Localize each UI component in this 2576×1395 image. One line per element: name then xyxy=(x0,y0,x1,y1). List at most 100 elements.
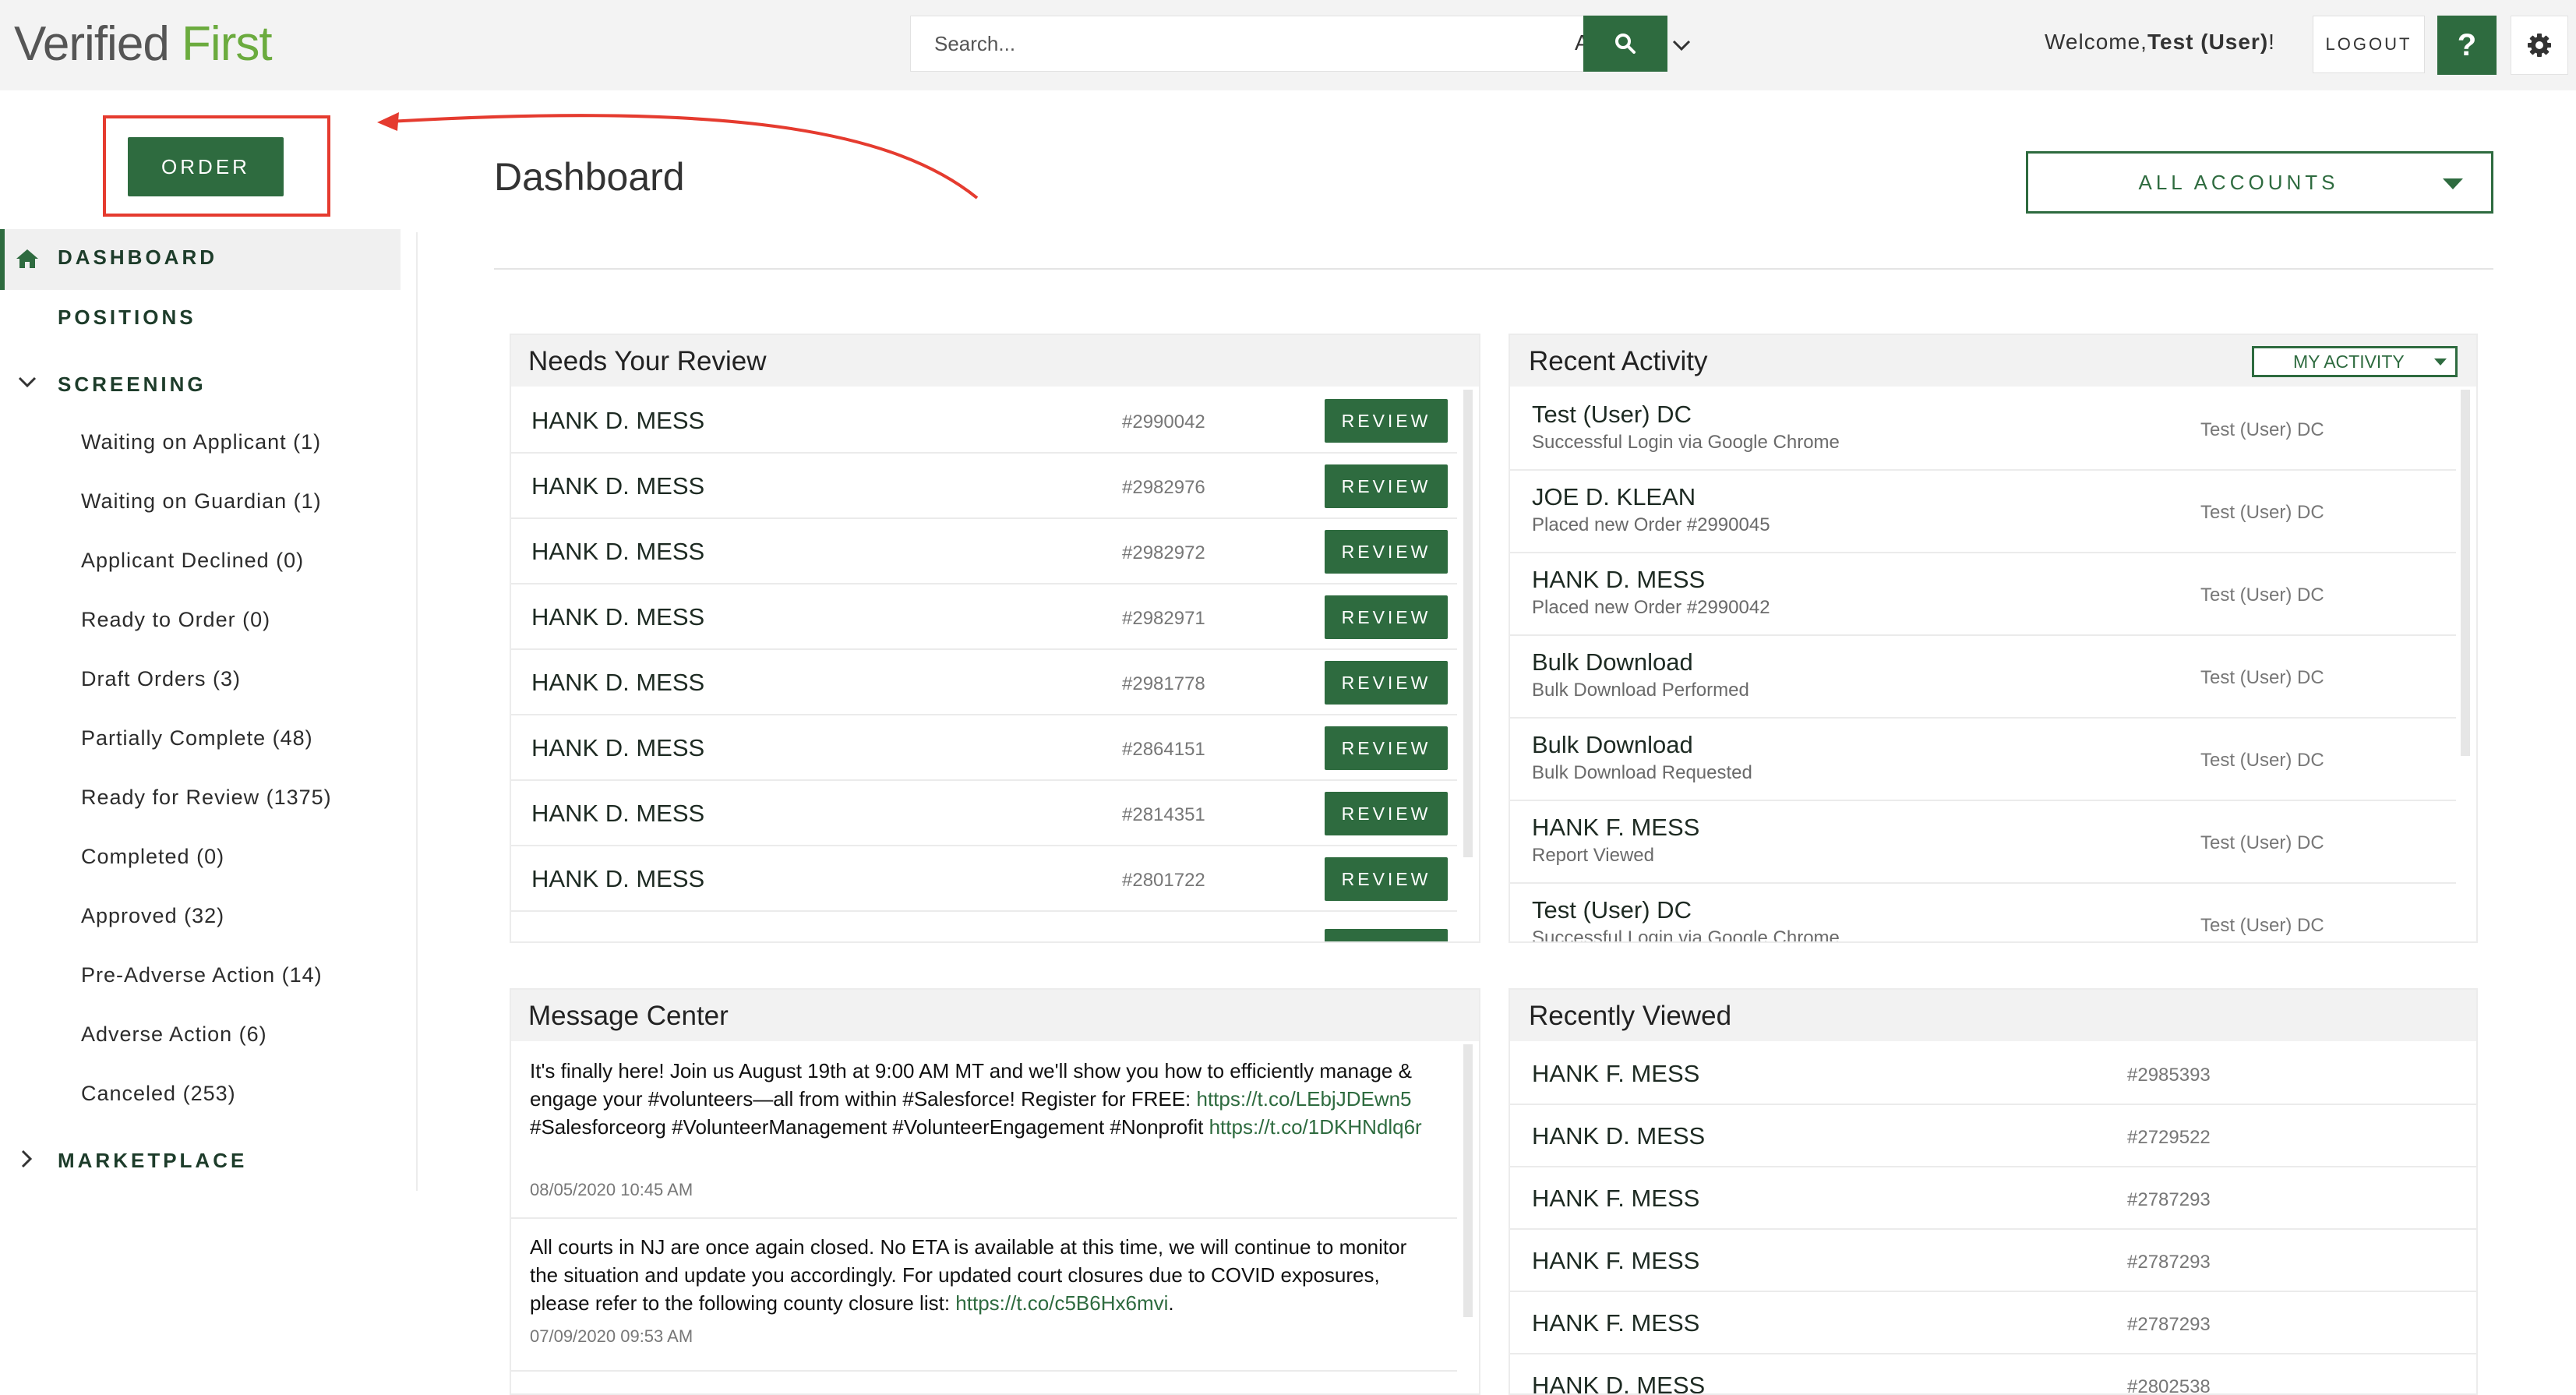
search-bar: All xyxy=(910,16,1691,72)
needs-review-title: Needs Your Review xyxy=(528,346,767,376)
sidebar-item-waiting-on-guardian[interactable]: Waiting on Guardian (1) xyxy=(81,489,322,514)
applicant-name[interactable]: HANK F. MESS xyxy=(1532,1185,1699,1213)
message-link[interactable]: https://t.co/LEbjJDEwn5 xyxy=(1197,1087,1412,1111)
sidebar-divider xyxy=(416,232,418,1191)
order-id: #2982976 xyxy=(1122,477,1205,498)
order-id: #2864151 xyxy=(1122,739,1205,760)
activity-name[interactable]: JOE D. KLEAN xyxy=(1532,483,1696,511)
my-activity-label: MY ACTIVITY xyxy=(2293,351,2405,372)
review-button[interactable]: REVIEW xyxy=(1325,595,1448,639)
review-button[interactable]: REVIEW xyxy=(1325,399,1448,443)
applicant-name[interactable]: HANK F. MESS xyxy=(1532,1309,1699,1337)
applicant-name[interactable]: HANK D. MESS xyxy=(531,538,704,566)
review-button[interactable]: REVIEW xyxy=(1325,464,1448,508)
review-button[interactable] xyxy=(1325,929,1448,941)
activity-name[interactable]: Test (User) DC xyxy=(1532,401,1692,429)
applicant-name[interactable]: HANK D. MESS xyxy=(531,472,704,500)
recent-activity-header: Recent Activity MY ACTIVITY xyxy=(1510,335,2476,387)
caret-down-icon xyxy=(2443,178,2463,189)
sidebar-item-approved[interactable]: Approved (32) xyxy=(81,904,224,928)
order-id: #2787293 xyxy=(2127,1252,2211,1273)
applicant-name[interactable]: HANK F. MESS xyxy=(1532,1247,1699,1275)
activity-name[interactable]: Bulk Download xyxy=(1532,648,1693,676)
all-accounts-dropdown[interactable]: ALL ACCOUNTS xyxy=(2026,151,2493,214)
message-text: . xyxy=(1168,1291,1174,1315)
review-button[interactable]: REVIEW xyxy=(1325,661,1448,705)
activity-name[interactable]: Test (User) DC xyxy=(1532,896,1692,924)
scrollbar[interactable] xyxy=(2461,390,2470,756)
sidebar-item-ready-to-order[interactable]: Ready to Order (0) xyxy=(81,608,270,632)
sidebar-item-draft-orders[interactable]: Draft Orders (3) xyxy=(81,667,241,691)
all-accounts-label: ALL ACCOUNTS xyxy=(2138,171,2339,194)
activity-detail: Successful Login via Google Chrome xyxy=(1532,432,1840,453)
review-button[interactable]: REVIEW xyxy=(1325,530,1448,574)
recent-activity-panel: Recent Activity MY ACTIVITY Test (User) … xyxy=(1509,334,2478,943)
table-row: HANK D. MESS #2864151 REVIEW xyxy=(511,715,1457,781)
activity-user: Test (User) DC xyxy=(2200,502,2324,523)
list-item: Bulk Download Bulk Download Performed Te… xyxy=(1510,636,2456,719)
sidebar-item-waiting-on-applicant[interactable]: Waiting on Applicant (1) xyxy=(81,430,321,454)
activity-detail: Successful Login via Google Chrome xyxy=(1532,927,1840,943)
applicant-name[interactable]: HANK D. MESS xyxy=(531,669,704,697)
scrollbar[interactable] xyxy=(1463,1044,1473,1317)
search-input[interactable] xyxy=(911,16,1402,71)
list-item: JOE D. KLEAN Placed new Order #2990045 T… xyxy=(1510,471,2456,553)
applicant-name[interactable]: HANK D. MESS xyxy=(531,407,704,435)
sidebar-item-canceled[interactable]: Canceled (253) xyxy=(81,1082,236,1106)
order-id: #2981778 xyxy=(1122,673,1205,694)
settings-button[interactable] xyxy=(2511,16,2568,75)
list-item: HANK D. MESS Placed new Order #2990042 T… xyxy=(1510,553,2456,636)
activity-name[interactable]: HANK F. MESS xyxy=(1532,814,1699,842)
applicant-name[interactable]: HANK F. MESS xyxy=(1532,1060,1699,1088)
order-id: #2982972 xyxy=(1122,542,1205,563)
page-title: Dashboard xyxy=(494,155,685,199)
recently-viewed-panel: Recently Viewed HANK F. MESS #2985393 HA… xyxy=(1509,988,2478,1395)
logout-button[interactable]: LOGOUT xyxy=(2313,16,2425,73)
table-row: HANK D. MESS #2982971 REVIEW xyxy=(511,584,1457,650)
activity-user: Test (User) DC xyxy=(2200,584,2324,606)
list-item: HANK F. MESS #2787293 xyxy=(1510,1230,2476,1292)
logo-text-first: First xyxy=(182,17,273,71)
main-divider xyxy=(494,268,2493,270)
message-date: 07/09/2020 09:53 AM xyxy=(530,1326,693,1346)
activity-name[interactable]: HANK D. MESS xyxy=(1532,566,1705,594)
sidebar-item-adverse-action[interactable]: Adverse Action (6) xyxy=(81,1022,267,1047)
activity-user: Test (User) DC xyxy=(2200,667,2324,688)
scrollbar[interactable] xyxy=(1463,390,1473,857)
search-button[interactable] xyxy=(1583,16,1667,72)
logo[interactable]: Verified First xyxy=(14,17,273,72)
applicant-name[interactable]: HANK D. MESS xyxy=(531,865,704,893)
message-link[interactable]: https://t.co/c5B6Hx6mvi xyxy=(955,1291,1168,1315)
review-button[interactable]: REVIEW xyxy=(1325,857,1448,901)
review-button[interactable]: REVIEW xyxy=(1325,726,1448,770)
order-button[interactable]: ORDER xyxy=(128,137,284,196)
sidebar-item-applicant-declined[interactable]: Applicant Declined (0) xyxy=(81,549,304,573)
applicant-name[interactable]: HANK D. MESS xyxy=(1532,1372,1705,1393)
sidebar-item-partially-complete[interactable]: Partially Complete (48) xyxy=(81,726,313,750)
activity-name[interactable]: Bulk Download xyxy=(1532,731,1693,759)
chevron-right-icon[interactable] xyxy=(19,1149,34,1169)
list-item: Test (User) DC Successful Login via Goog… xyxy=(1510,884,2456,943)
help-button[interactable]: ? xyxy=(2437,16,2497,75)
sidebar-item-pre-adverse-action[interactable]: Pre-Adverse Action (14) xyxy=(81,963,323,987)
chevron-down-icon[interactable] xyxy=(17,374,37,390)
activity-user: Test (User) DC xyxy=(2200,750,2324,771)
sidebar-item-completed[interactable]: Completed (0) xyxy=(81,845,224,869)
help-icon: ? xyxy=(2457,27,2477,62)
message-link[interactable]: https://t.co/1DKHNdlq6r xyxy=(1209,1115,1422,1139)
home-icon xyxy=(16,249,38,268)
sidebar-item-screening[interactable]: SCREENING xyxy=(58,373,206,397)
applicant-name[interactable]: HANK D. MESS xyxy=(531,734,704,762)
recently-viewed-title: Recently Viewed xyxy=(1529,1001,1732,1031)
sidebar-item-ready-for-review[interactable]: Ready for Review (1375) xyxy=(81,786,332,810)
welcome-prefix: Welcome, xyxy=(2045,30,2147,54)
activity-detail: Placed new Order #2990045 xyxy=(1532,514,1770,535)
review-button[interactable]: REVIEW xyxy=(1325,792,1448,835)
applicant-name[interactable]: HANK D. MESS xyxy=(1532,1122,1705,1150)
my-activity-dropdown[interactable]: MY ACTIVITY xyxy=(2252,346,2458,377)
sidebar-item-positions[interactable]: POSITIONS xyxy=(58,305,196,330)
sidebar-item-marketplace[interactable]: MARKETPLACE xyxy=(58,1149,247,1173)
welcome-message: Welcome,Test (User)! xyxy=(2045,30,2275,55)
applicant-name[interactable]: HANK D. MESS xyxy=(531,800,704,828)
applicant-name[interactable]: HANK D. MESS xyxy=(531,603,704,631)
